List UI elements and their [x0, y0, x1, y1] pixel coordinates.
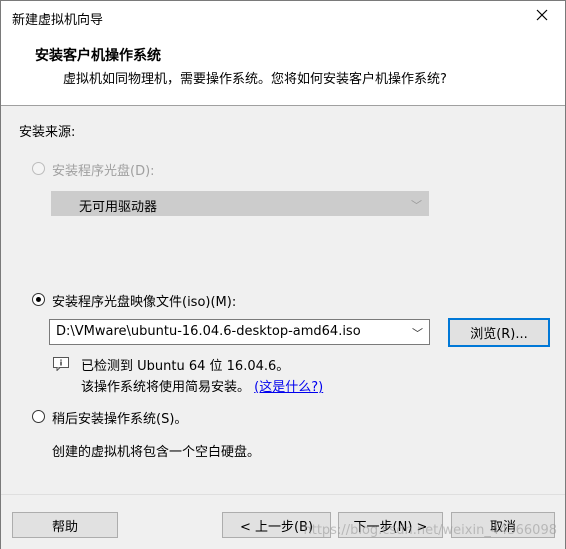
page-title: 安装客户机操作系统: [35, 48, 161, 64]
dialog-window: 新建虚拟机向导 安装客户机操作系统 虚拟机如同物理机，需要操作系统。您将如何安装…: [0, 0, 566, 549]
page-subtitle: 虚拟机如同物理机，需要操作系统。您将如何安装客户机操作系统?: [63, 72, 447, 87]
help-button-label: 帮助: [51, 519, 78, 535]
iso-path-value: D:\VMware\ubuntu-16.04.6-desktop-amd64.i…: [56, 324, 361, 339]
disc-radio[interactable]: [32, 162, 45, 175]
close-icon: [536, 9, 548, 25]
watermark-text: https://blog.csdn.net/weixin_44366098: [303, 523, 557, 538]
disc-option-label: 安装程序光盘(D):: [52, 164, 155, 179]
wizard-footer: 帮助 < 上一步(B) 下一步(N) > 取消 https://blog.csd…: [1, 494, 565, 549]
wizard-header: 安装客户机操作系统 虚拟机如同物理机，需要操作系统。您将如何安装客户机操作系统?: [1, 33, 565, 105]
back-button-label: < 上一步(B): [239, 519, 314, 535]
whats-this-link[interactable]: (这是什么?): [254, 380, 323, 395]
detect-line-1: 已检测到 Ubuntu 64 位 16.04.6。: [81, 359, 290, 374]
wizard-body: 安装来源: 安装程序光盘(D): 无可用驱动器 ﹀ 安装程序光盘映像文件(iso…: [1, 106, 565, 494]
browse-button[interactable]: 浏览(R)...: [448, 318, 550, 347]
drive-select[interactable]: 无可用驱动器 ﹀: [51, 191, 429, 216]
title-bar: 新建虚拟机向导: [1, 1, 565, 33]
help-button[interactable]: 帮助: [12, 512, 118, 538]
close-button[interactable]: [519, 1, 565, 33]
drive-select-value: 无可用驱动器: [79, 200, 158, 215]
detect-line-2: 该操作系统将使用简易安装。: [81, 380, 251, 395]
info-icon: [53, 357, 69, 372]
browse-button-label: 浏览(R)...: [470, 327, 528, 342]
chevron-down-icon: ﹀: [411, 199, 422, 212]
window-title: 新建虚拟机向导: [12, 13, 104, 28]
detect-line-2-wrap: 该操作系统将使用简易安装。 (这是什么?): [81, 376, 323, 395]
later-radio[interactable]: [32, 410, 45, 423]
later-description: 创建的虚拟机将包含一个空白硬盘。: [52, 445, 261, 460]
install-source-label: 安装来源:: [19, 125, 76, 140]
iso-radio[interactable]: [32, 293, 45, 306]
iso-option-label: 安装程序光盘映像文件(iso)(M):: [52, 295, 237, 310]
chevron-down-icon[interactable]: ﹀: [412, 325, 423, 341]
iso-path-input[interactable]: D:\VMware\ubuntu-16.04.6-desktop-amd64.i…: [49, 319, 430, 345]
later-option-label: 稍后安装操作系统(S)。: [52, 412, 188, 427]
